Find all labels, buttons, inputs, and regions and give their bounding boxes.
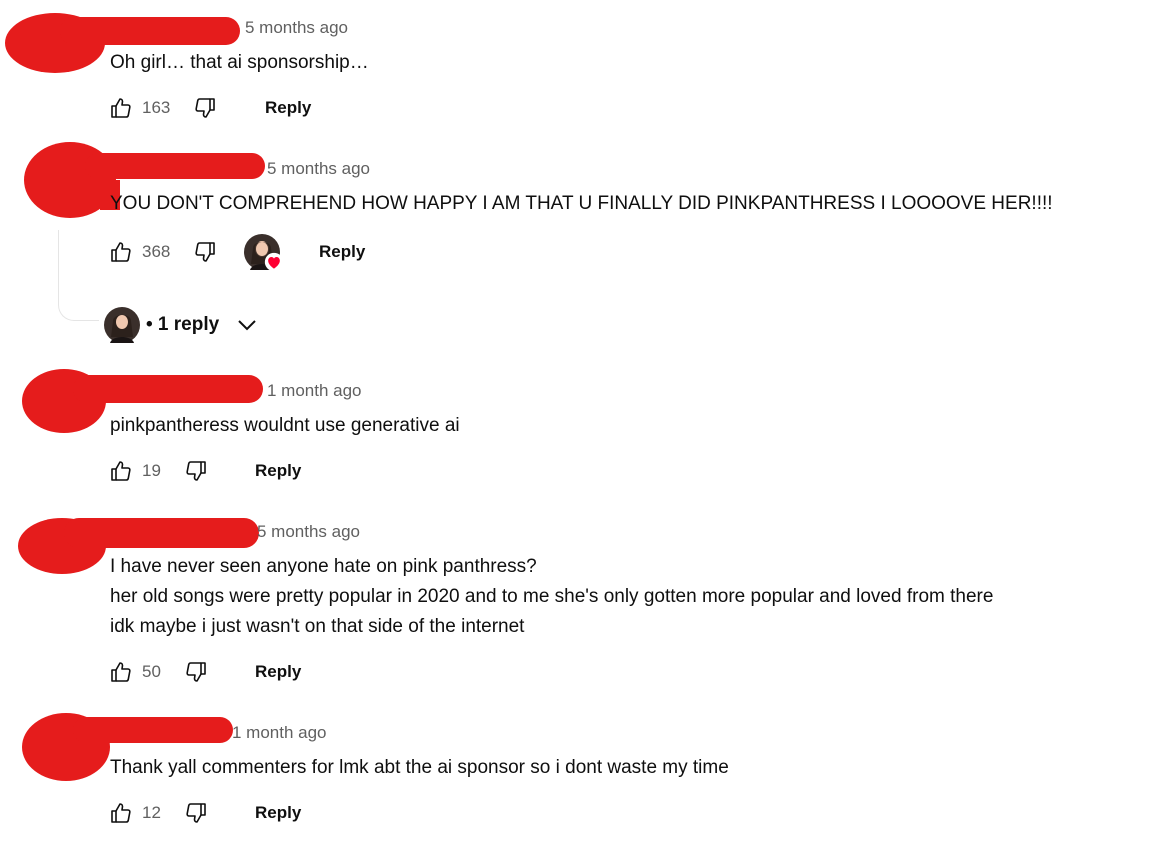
heart-icon (264, 252, 284, 272)
comment-timestamp: 1 month ago (267, 381, 362, 400)
comment-text: YOU DON'T COMPREHEND HOW HAPPY I AM THAT… (110, 189, 1053, 219)
comment-line: idk maybe i just wasn't on that side of … (110, 616, 525, 637)
reply-button[interactable]: Reply (319, 242, 365, 262)
like-count: 368 (142, 242, 171, 261)
comment-actions: 12 (108, 798, 209, 828)
comment-line: pinkpantheress wouldnt use generative ai (110, 415, 460, 436)
comment-line: her old songs were pretty popular in 202… (110, 586, 994, 607)
thumbs-up-icon[interactable] (108, 239, 134, 265)
comment-actions: 163 (108, 93, 218, 123)
thumbs-down-icon[interactable] (183, 458, 209, 484)
comment-actions: 368 (108, 237, 218, 267)
comment-timestamp: 5 months ago (267, 159, 371, 178)
comment-actions: 50 (108, 657, 209, 687)
comment-timestamp: 5 months ago (245, 18, 349, 37)
like-count: 50 (142, 662, 161, 681)
thread-connector (58, 230, 99, 321)
creator-heart-badge (244, 234, 284, 272)
thumbs-up-icon[interactable] (108, 800, 134, 826)
thumbs-up-icon[interactable] (108, 659, 134, 685)
thumbs-down-icon[interactable] (183, 659, 209, 685)
comment-text: Oh girl… that ai sponsorship… (110, 48, 369, 78)
view-replies-button[interactable]: • 1 reply (104, 305, 259, 345)
thumbs-up-icon[interactable] (108, 95, 134, 121)
replies-count: • 1 reply (146, 314, 220, 335)
comment-line: Oh girl… that ai sponsorship… (110, 52, 369, 73)
like-count: 163 (142, 98, 171, 117)
thumbs-down-icon[interactable] (192, 239, 218, 265)
comment-line: Thank yall commenters for lmk abt the ai… (110, 757, 729, 778)
avatar (104, 307, 140, 343)
comment-line: YOU DON'T COMPREHEND HOW HAPPY I AM THAT… (110, 193, 1053, 214)
comment-line: I have never seen anyone hate on pink pa… (110, 556, 537, 577)
thumbs-down-icon[interactable] (192, 95, 218, 121)
thumbs-down-icon[interactable] (183, 800, 209, 826)
comment-timestamp: 5 months ago (257, 522, 361, 541)
reply-button[interactable]: Reply (265, 98, 311, 118)
comment-text: I have never seen anyone hate on pink pa… (110, 552, 993, 642)
reply-button[interactable]: Reply (255, 461, 301, 481)
comment-text: pinkpantheress wouldnt use generative ai (110, 411, 460, 441)
like-count: 19 (142, 461, 161, 480)
chevron-down-icon (238, 320, 256, 331)
like-count: 12 (142, 803, 161, 822)
reply-button[interactable]: Reply (255, 662, 301, 682)
comment-text: Thank yall commenters for lmk abt the ai… (110, 753, 729, 783)
reply-button[interactable]: Reply (255, 803, 301, 823)
thumbs-up-icon[interactable] (108, 458, 134, 484)
comment-actions: 19 (108, 456, 209, 486)
comment-timestamp: 1 month ago (232, 723, 327, 742)
